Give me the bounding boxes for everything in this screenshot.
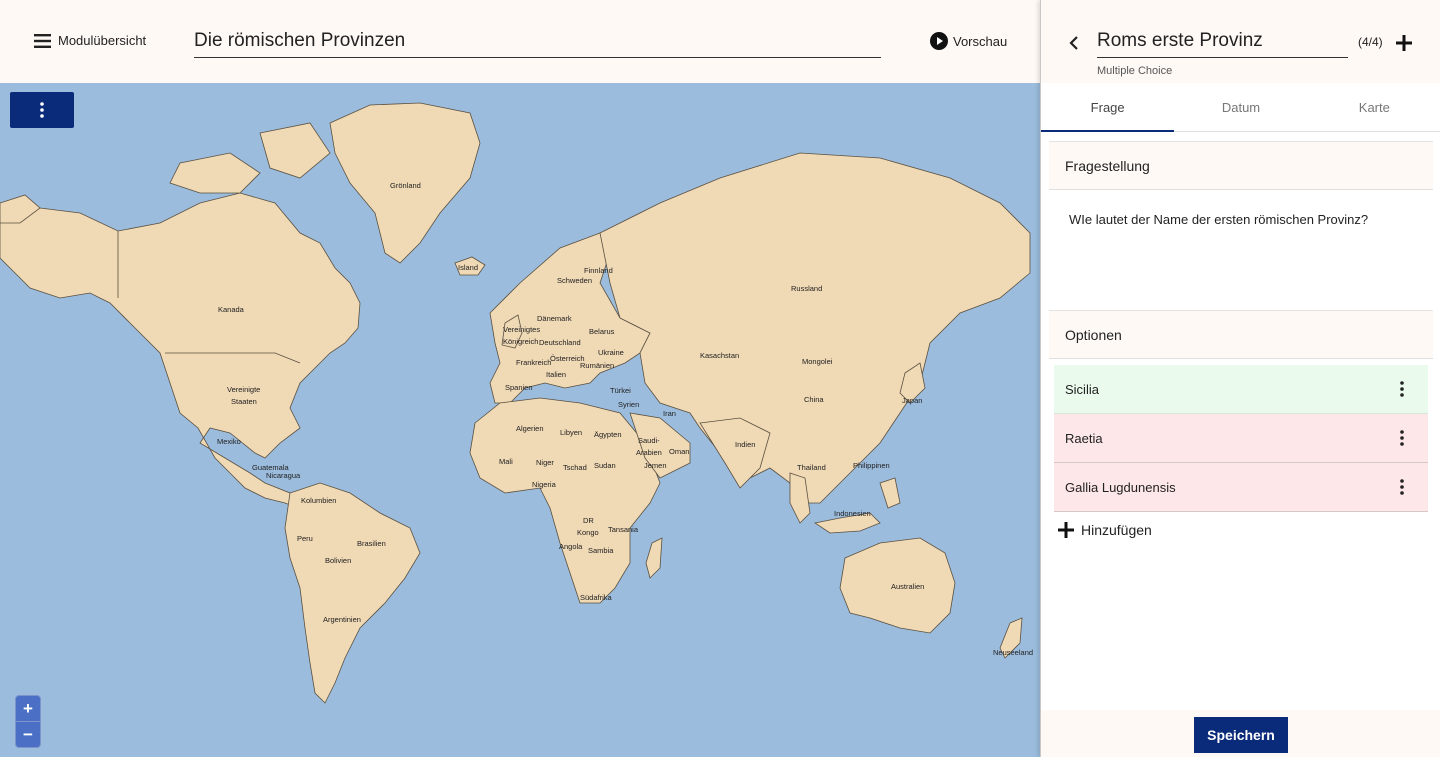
map-menu-button[interactable] [10,92,74,128]
question-position: (4/4) [1358,35,1383,49]
plus-icon [1396,35,1412,51]
question-header: (4/4) Multiple Choice [1041,0,1440,83]
save-button[interactable]: Speichern [1194,717,1288,753]
tab-bar: Frage Datum Karte [1041,83,1440,132]
preview-label: Vorschau [953,33,1008,49]
vertical-dots-icon [1400,430,1404,446]
world-map[interactable]: Grönland Island Kanada Vereinigte Staate… [0,83,1040,757]
option-more-button[interactable] [1400,430,1404,449]
module-title-input[interactable] [194,24,881,58]
tab-karte[interactable]: Karte [1308,83,1440,131]
module-overview-button[interactable]: Modulübersicht [34,33,146,48]
question-editor-panel: (4/4) Multiple Choice Frage Datum Karte … [1040,0,1440,757]
plus-icon [1058,522,1074,538]
question-type: Multiple Choice [1097,65,1173,77]
option-more-button[interactable] [1400,479,1404,498]
zoom-out-button[interactable]: − [16,722,40,748]
tab-datum[interactable]: Datum [1174,83,1307,131]
option-label: Sicilia [1065,381,1099,397]
zoom-control: + − [15,695,41,748]
vertical-dots-icon [40,102,44,118]
question-section-header: Fragestellung [1049,141,1433,190]
add-question-button[interactable] [1395,34,1413,57]
module-overview-label: Modulübersicht [58,33,147,48]
option-label: Gallia Lugdunensis [1065,479,1176,495]
option-item[interactable]: Gallia Lugdunensis [1054,463,1428,512]
add-option-label: Hinzufügen [1081,522,1152,538]
question-text[interactable]: WIe lautet der Name der ersten römischen… [1069,212,1419,227]
option-item[interactable]: Sicilia [1054,365,1428,414]
option-label: Raetia [1065,430,1103,446]
tab-frage[interactable]: Frage [1041,83,1175,132]
preview-button[interactable]: Vorschau [930,32,1007,50]
hamburger-icon [34,33,51,48]
chevron-left-icon [1069,36,1078,50]
option-item[interactable]: Raetia [1054,414,1428,463]
vertical-dots-icon [1400,381,1404,397]
play-circle-icon [930,32,948,50]
panel-footer: Speichern [1041,710,1440,757]
back-button[interactable] [1069,36,1079,55]
zoom-in-button[interactable]: + [16,696,40,722]
top-bar: Modulübersicht Vorschau [0,0,1040,83]
options-section-header: Optionen [1049,310,1433,359]
option-more-button[interactable] [1400,381,1404,400]
add-option-button[interactable]: Hinzufügen [1058,522,1152,538]
vertical-dots-icon [1400,479,1404,495]
world-map-land [0,102,1031,704]
question-title-input[interactable] [1097,24,1348,58]
